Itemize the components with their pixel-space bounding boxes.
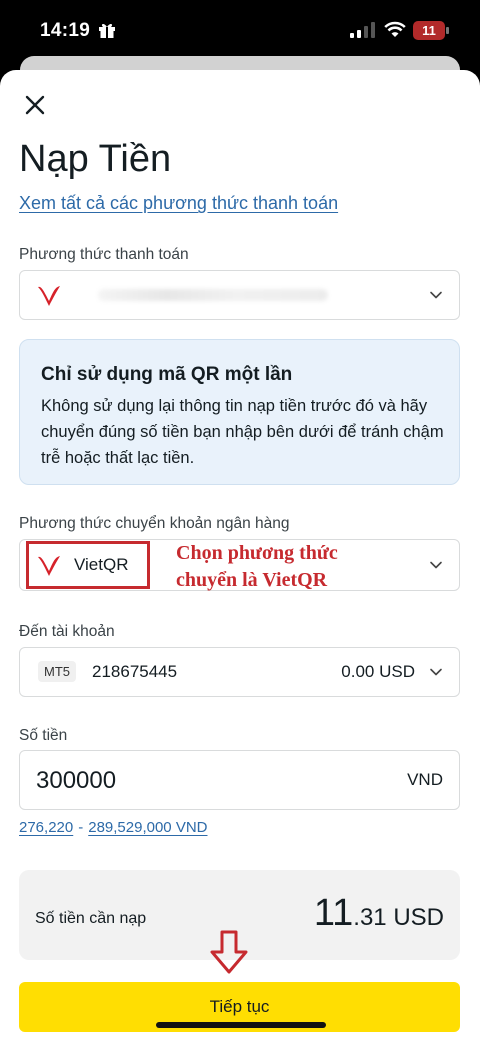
range-max-link[interactable]: 289,529,000 VND: [88, 819, 207, 836]
home-indicator: [156, 1022, 326, 1028]
annotation-text: Chọn phương thức chuyển là VietQR: [176, 540, 396, 594]
account-number: 218675445: [92, 662, 178, 681]
amount-value: 300000: [36, 767, 117, 794]
info-title: Chỉ sử dụng mã QR một lần: [41, 364, 293, 385]
gift-icon: [99, 23, 115, 38]
signal-icon: [350, 22, 375, 38]
chevron-down-icon: [430, 668, 442, 676]
range-min-link[interactable]: 276,220: [19, 819, 73, 836]
account-select[interactable]: MT5 218675445 0.00 USD: [19, 647, 460, 697]
qr-info-box: Chỉ sử dụng mã QR một lần Không sử dụng …: [19, 339, 460, 485]
chevron-down-icon: [430, 291, 442, 299]
summary-amount: 11.31 USD: [314, 892, 444, 935]
payment-method-obscured-text: [98, 289, 328, 301]
summary-label: Số tiền cần nạp: [35, 910, 147, 927]
vietqr-logo-icon: [38, 556, 60, 576]
chevron-down-icon: [430, 561, 442, 569]
payment-method-label: Phương thức thanh toán: [19, 246, 189, 263]
battery-level: 11: [413, 21, 445, 40]
amount-range: 276,220-289,529,000 VND: [19, 819, 208, 836]
info-body: Không sử dụng lại thông tin nạp tiền trư…: [41, 397, 444, 467]
battery-icon: 11: [413, 21, 449, 40]
annotation-line-2: chuyển là VietQR: [176, 569, 328, 591]
account-balance: 0.00 USD: [341, 662, 415, 681]
summary-amount-currency: USD: [386, 904, 444, 931]
bank-transfer-label: Phương thức chuyển khoản ngân hàng: [19, 515, 290, 532]
payment-method-select[interactable]: [19, 270, 460, 320]
wifi-icon: [384, 21, 406, 37]
amount-currency: VND: [407, 770, 443, 789]
all-methods-link[interactable]: Xem tất cả các phương thức thanh toán: [19, 193, 338, 214]
page-title: Nạp Tiền: [19, 138, 172, 180]
annotation-line-1: Chọn phương thức: [176, 542, 338, 564]
vietqr-logo-icon: [38, 286, 60, 306]
platform-badge: MT5: [38, 661, 76, 682]
down-arrow-icon: [210, 930, 248, 974]
account-label: Đến tài khoản: [19, 623, 115, 640]
bank-transfer-selected: VietQR: [74, 555, 129, 574]
summary-amount-integer: 11: [313, 892, 354, 934]
status-bar: 14:19 11: [0, 0, 480, 62]
close-icon[interactable]: [20, 90, 50, 120]
amount-label: Số tiền: [19, 727, 68, 744]
range-separator: -: [78, 819, 84, 836]
status-time: 14:19: [40, 20, 91, 41]
amount-input[interactable]: 300000 VND: [19, 750, 460, 810]
summary-amount-decimal: .31: [353, 904, 387, 931]
